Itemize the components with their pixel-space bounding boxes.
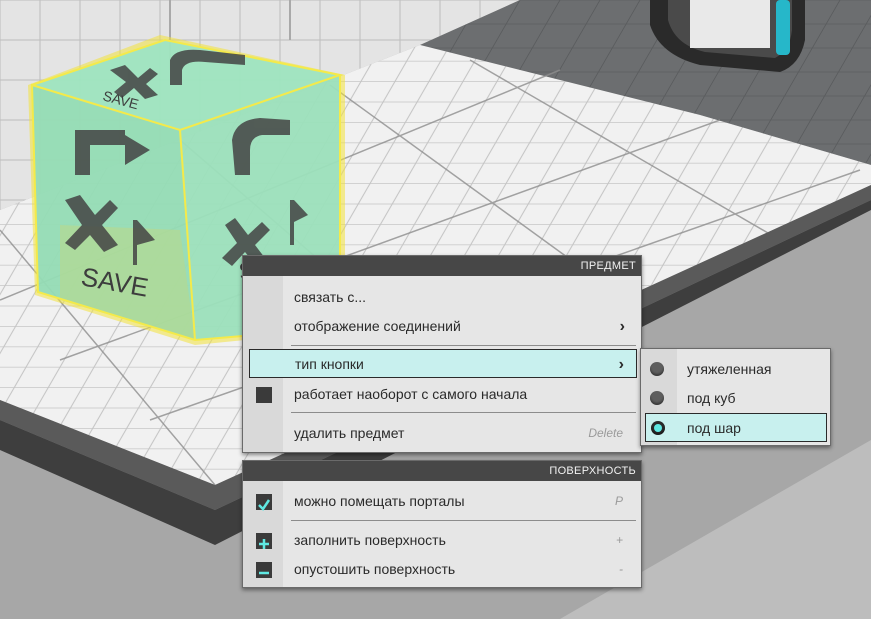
item-context-menu: ПРЕДМЕТ связать с... отображение соедине… bbox=[242, 255, 642, 453]
shortcut-minus: - bbox=[619, 562, 623, 576]
menu-item-fill-surface[interactable]: заполнить поверхность + bbox=[243, 526, 641, 555]
menu-separator bbox=[291, 412, 636, 413]
surface-context-menu: ПОВЕРХНОСТЬ можно помещать порталы P зап… bbox=[242, 460, 642, 588]
chevron-right-icon: › bbox=[618, 356, 624, 373]
plus-icon[interactable] bbox=[256, 533, 272, 549]
menu-item-inverted-start[interactable]: работает наоборот с самого начала bbox=[243, 380, 641, 409]
menu-item-label: тип кнопки bbox=[295, 356, 364, 372]
radio-icon[interactable] bbox=[650, 391, 664, 405]
radio-icon[interactable] bbox=[650, 362, 664, 376]
menu-separator bbox=[291, 345, 636, 346]
menu-item-link-with[interactable]: связать с... bbox=[243, 283, 641, 312]
menu-item-label: заполнить поверхность bbox=[294, 532, 446, 548]
menu-item-label: опустошить поверхность bbox=[294, 561, 456, 577]
submenu-item-label: утяжеленная bbox=[687, 361, 772, 377]
submenu-item-ball[interactable]: под шар bbox=[645, 413, 827, 442]
checkbox-unchecked-icon[interactable] bbox=[256, 387, 272, 403]
item-menu-header: ПРЕДМЕТ bbox=[243, 256, 641, 276]
shortcut-plus: + bbox=[615, 533, 623, 547]
menu-item-label: работает наоборот с самого начала bbox=[294, 386, 528, 402]
chevron-right-icon: › bbox=[619, 318, 625, 335]
submenu-item-weighted[interactable]: утяжеленная bbox=[641, 355, 830, 384]
menu-item-portalable[interactable]: можно помещать порталы P bbox=[243, 487, 641, 516]
menu-item-label: связать с... bbox=[294, 289, 367, 305]
minus-icon[interactable] bbox=[256, 562, 272, 578]
submenu-item-cube[interactable]: под куб bbox=[641, 384, 830, 413]
menu-item-label: отображение соединений bbox=[294, 318, 461, 334]
button-type-submenu: утяжеленная под куб под шар bbox=[640, 348, 831, 446]
menu-separator bbox=[291, 520, 636, 521]
shortcut-delete: Delete bbox=[588, 426, 623, 440]
menu-item-show-connections[interactable]: отображение соединений › bbox=[243, 312, 641, 341]
menu-item-button-type[interactable]: тип кнопки › bbox=[249, 349, 637, 378]
menu-item-empty-surface[interactable]: опустошить поверхность - bbox=[243, 555, 641, 584]
menu-item-delete[interactable]: удалить предмет Delete bbox=[243, 419, 641, 448]
surface-menu-header: ПОВЕРХНОСТЬ bbox=[243, 461, 641, 481]
radio-selected-icon[interactable] bbox=[651, 421, 665, 435]
menu-item-label: удалить предмет bbox=[294, 425, 405, 441]
checkbox-checked-icon[interactable] bbox=[256, 494, 272, 511]
shortcut-p: P bbox=[614, 494, 623, 508]
submenu-item-label: под куб bbox=[687, 390, 736, 406]
menu-item-label: можно помещать порталы bbox=[294, 493, 465, 509]
submenu-item-label: под шар bbox=[687, 420, 741, 436]
